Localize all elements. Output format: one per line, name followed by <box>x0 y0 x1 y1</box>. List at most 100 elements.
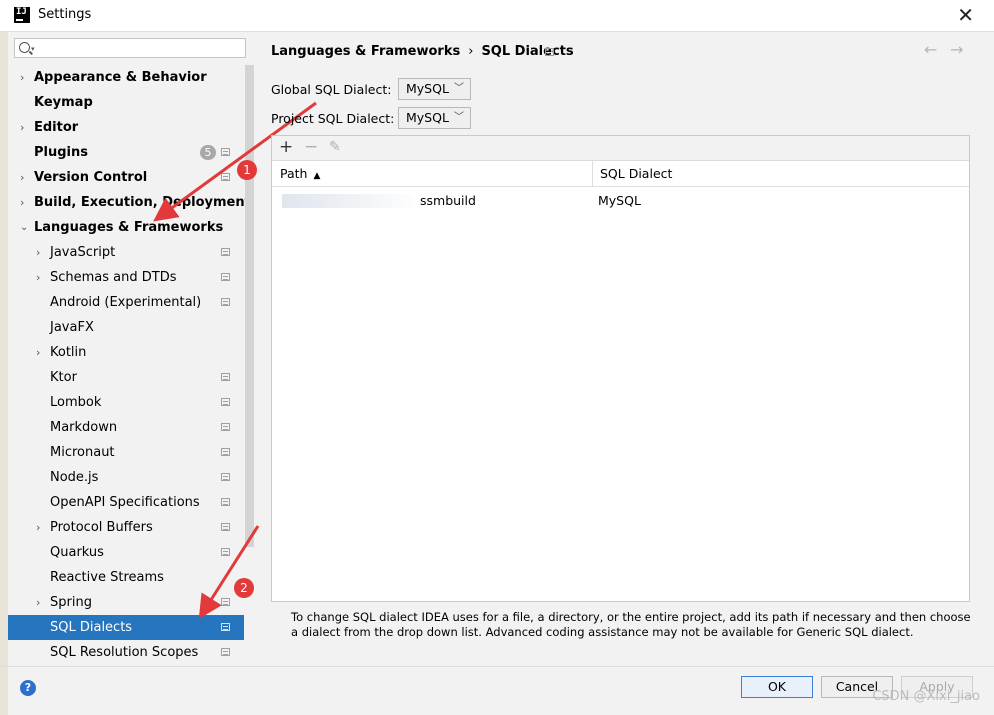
tree-item-javafx[interactable]: JavaFX <box>8 315 244 340</box>
chevron-right-icon[interactable]: › <box>20 115 24 140</box>
tree-item-label: Protocol Buffers <box>50 520 153 535</box>
global-dialect-label: Global SQL Dialect: <box>271 82 392 97</box>
tree-item-label: Ktor <box>50 370 77 385</box>
help-button[interactable]: ? <box>20 680 36 696</box>
tree-item-quarkus[interactable]: Quarkus <box>8 540 244 565</box>
project-settings-icon <box>221 423 230 431</box>
back-arrow-icon[interactable]: ← <box>924 40 937 59</box>
tree-item-label: Android (Experimental) <box>50 295 202 310</box>
tree-item-label: Plugins <box>34 145 88 160</box>
tree-item-sql-resolution-scopes[interactable]: SQL Resolution Scopes <box>8 640 244 665</box>
chevron-down-icon[interactable]: ⌄ <box>20 215 28 240</box>
ok-button[interactable]: OK <box>741 676 813 698</box>
sidebar-scrollbar[interactable] <box>245 65 254 547</box>
project-settings-icon <box>221 373 230 381</box>
close-icon[interactable]: ✕ <box>957 3 974 27</box>
footer-divider <box>0 666 994 667</box>
tree-item-nodejs[interactable]: Node.js <box>8 465 244 490</box>
breadcrumb-current: SQL Dialects <box>481 44 574 59</box>
tree-item-micronaut[interactable]: Micronaut <box>8 440 244 465</box>
settings-sidebar: ▾ › Appearance & Behavior Keymap › Edito… <box>8 32 254 666</box>
project-settings-icon <box>221 648 230 656</box>
tree-item-spring[interactable]: › Spring <box>8 590 244 615</box>
edit-icon[interactable]: ✎ <box>329 137 341 157</box>
row-path: ssmbuild <box>420 193 476 208</box>
project-settings-icon <box>221 473 230 481</box>
tree-item-label: Appearance & Behavior <box>34 70 207 85</box>
tree-item-protocol-buffers[interactable]: › Protocol Buffers <box>8 515 244 540</box>
table-toolbar: + − ✎ <box>272 136 969 161</box>
chevron-right-icon[interactable]: › <box>36 340 40 365</box>
row-dialect[interactable]: MySQL <box>598 188 641 213</box>
global-dialect-value: MySQL <box>406 81 449 96</box>
project-settings-icon <box>221 448 230 456</box>
title-bar: IJ Settings ✕ <box>0 0 994 32</box>
tree-item-keymap[interactable]: Keymap <box>8 90 244 115</box>
breadcrumb: Languages & Frameworks › SQL Dialects <box>271 44 574 59</box>
tree-item-markdown[interactable]: Markdown <box>8 415 244 440</box>
add-icon[interactable]: + <box>279 137 293 157</box>
global-dialect-select[interactable]: MySQL ﹀ <box>398 78 471 100</box>
settings-tree: › Appearance & Behavior Keymap › Editor … <box>8 65 251 665</box>
settings-content: Languages & Frameworks › SQL Dialects ← → … <box>255 32 994 666</box>
chevron-right-icon[interactable]: › <box>36 265 40 290</box>
project-settings-icon <box>221 523 230 531</box>
tree-item-kotlin[interactable]: › Kotlin <box>8 340 244 365</box>
tree-item-android[interactable]: Android (Experimental) <box>8 290 244 315</box>
tree-item-label: Node.js <box>50 470 99 485</box>
search-options-caret-icon[interactable]: ▾ <box>31 45 35 53</box>
tree-item-schemas-dtds[interactable]: › Schemas and DTDs <box>8 265 244 290</box>
project-settings-icon <box>221 273 230 281</box>
project-settings-icon <box>221 398 230 406</box>
project-settings-icon <box>221 298 230 306</box>
tree-item-languages-frameworks[interactable]: ⌄ Languages & Frameworks <box>8 215 244 240</box>
table-header: Path ▲ SQL Dialect <box>272 161 969 187</box>
project-settings-icon <box>221 498 230 506</box>
window-title: Settings <box>38 7 92 22</box>
column-header-path[interactable]: Path ▲ <box>280 161 320 189</box>
tree-item-openapi[interactable]: OpenAPI Specifications <box>8 490 244 515</box>
chevron-right-icon[interactable]: › <box>36 240 40 265</box>
project-settings-icon <box>221 148 230 156</box>
column-header-sql-dialect[interactable]: SQL Dialect <box>600 161 672 186</box>
column-header-label: Path <box>280 166 308 181</box>
tree-item-label: Markdown <box>50 420 118 435</box>
tree-item-reactive-streams[interactable]: Reactive Streams <box>8 565 244 590</box>
project-settings-icon <box>221 173 230 181</box>
watermark: CSDN @Xixi_jiao <box>872 689 980 704</box>
annotation-marker-1: 1 <box>237 160 257 180</box>
tree-item-version-control[interactable]: › Version Control <box>8 165 244 190</box>
breadcrumb-separator: › <box>468 44 474 59</box>
tree-item-label: JavaScript <box>50 245 116 260</box>
forward-arrow-icon[interactable]: → <box>950 40 963 59</box>
settings-window: IJ Settings ✕ ▾ › Appearance & Behavior … <box>0 0 994 715</box>
background-editor-strip <box>0 30 8 715</box>
tree-item-lombok[interactable]: Lombok <box>8 390 244 415</box>
breadcrumb-parent[interactable]: Languages & Frameworks <box>271 44 460 59</box>
tree-item-build-execution-deployment[interactable]: › Build, Execution, Deployment <box>8 190 251 215</box>
column-divider <box>592 161 593 186</box>
chevron-right-icon[interactable]: › <box>36 590 40 615</box>
intellij-logo-icon: IJ <box>14 7 30 23</box>
tree-item-sql-dialects[interactable]: SQL Dialects <box>8 615 244 640</box>
chevron-right-icon[interactable]: › <box>20 65 24 90</box>
chevron-right-icon[interactable]: › <box>36 515 40 540</box>
tree-item-label: JavaFX <box>50 320 94 335</box>
remove-icon[interactable]: − <box>304 137 318 157</box>
tree-item-javascript[interactable]: › JavaScript <box>8 240 244 265</box>
dialect-mapping-table: + − ✎ Path ▲ SQL Dialect ssmbuild MySQL <box>271 135 970 602</box>
tree-item-label: Version Control <box>34 170 148 185</box>
table-row[interactable]: ssmbuild MySQL <box>272 188 969 213</box>
tree-item-appearance-behavior[interactable]: › Appearance & Behavior <box>8 65 244 90</box>
search-box[interactable]: ▾ <box>14 38 246 58</box>
tree-item-editor[interactable]: › Editor <box>8 115 244 140</box>
plugin-updates-badge: 5 <box>200 145 216 160</box>
chevron-right-icon[interactable]: › <box>20 190 24 215</box>
search-input[interactable] <box>39 41 243 57</box>
tree-item-ktor[interactable]: Ktor <box>8 365 244 390</box>
redacted-path <box>282 194 422 208</box>
help-description: To change SQL dialect IDEA uses for a fi… <box>291 610 971 639</box>
chevron-right-icon[interactable]: › <box>20 165 24 190</box>
tree-item-plugins[interactable]: Plugins 5 <box>8 140 244 165</box>
project-dialect-select[interactable]: MySQL ﹀ <box>398 107 471 129</box>
